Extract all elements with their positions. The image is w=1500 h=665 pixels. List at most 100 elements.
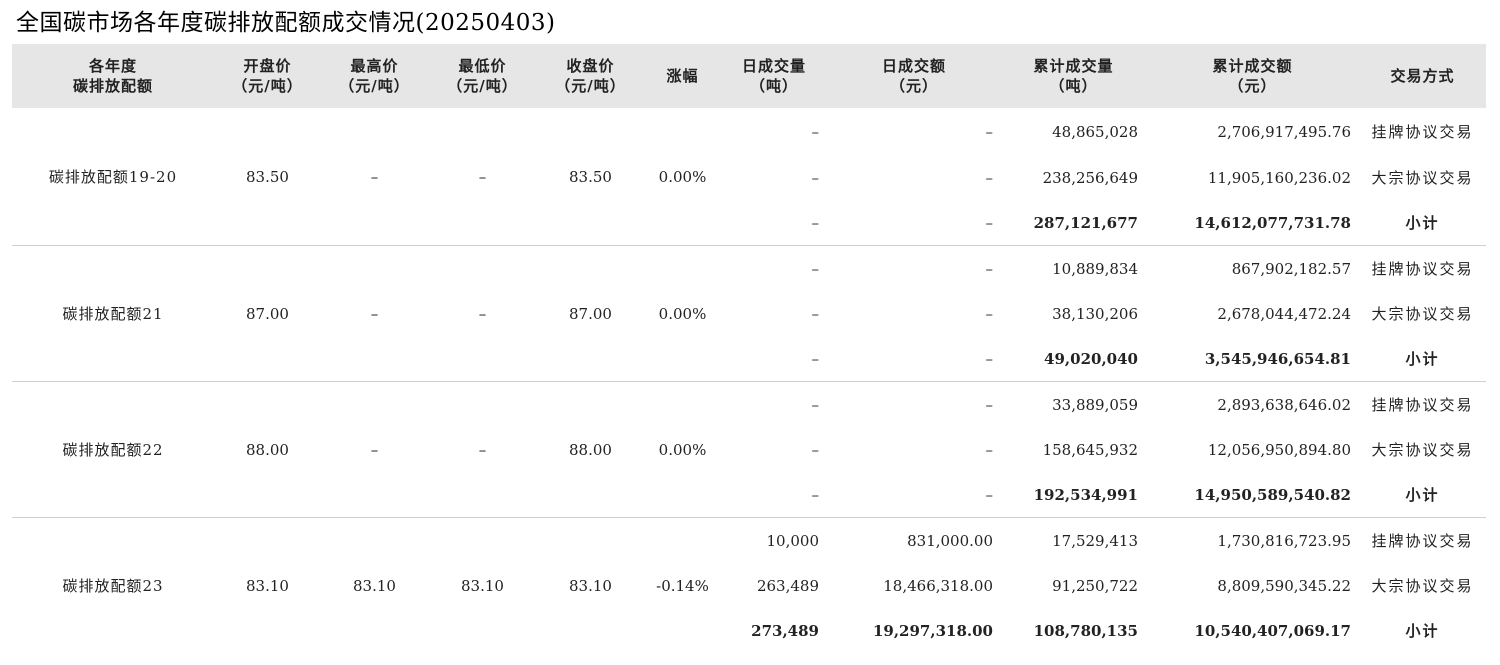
- trade-method: 小计: [1405, 350, 1440, 368]
- daily-amount: 831,000.00: [827, 517, 1001, 563]
- cumulative-volume: 91,250,722: [1052, 576, 1138, 595]
- cumulative-amount: 2,678,044,472.24: [1217, 304, 1351, 323]
- trade-method: 大宗协议交易: [1371, 305, 1474, 323]
- header-daily-volume: 日成交量 （吨）: [721, 44, 827, 108]
- cumulative-amount: 867,902,182.57: [1146, 245, 1359, 291]
- cumulative-volume: 108,780,135: [1033, 621, 1138, 640]
- cumulative-amount: 10,540,407,069.17: [1194, 621, 1351, 640]
- close-price: 83.10: [537, 517, 644, 653]
- trade-method: 小计: [1405, 622, 1440, 640]
- cumulative-volume: 49,020,040: [1044, 349, 1138, 368]
- header-change: 涨幅: [644, 44, 721, 108]
- price-change: 0.00%: [644, 381, 721, 518]
- header-cumulative-volume: 累计成交量 （吨）: [1001, 44, 1146, 108]
- table-row: 碳排放配额22 88.00– –88.00 0.00% – –33,889,059 2,89…: [12, 381, 1486, 518]
- cumulative-amount: 2,706,917,495.76: [1217, 122, 1351, 141]
- high-price: –: [321, 381, 428, 518]
- daily-amount: 19,297,318.00: [872, 621, 993, 640]
- daily-amount: –: [985, 304, 994, 323]
- trade-method: 挂牌协议交易: [1359, 517, 1486, 563]
- open-price: 83.50: [246, 167, 289, 186]
- daily-volume: –: [811, 485, 820, 504]
- daily-amount: –: [827, 245, 1001, 291]
- header-close-price: 收盘价 （元/吨）: [537, 44, 644, 108]
- high-price: 83.10: [321, 517, 428, 653]
- daily-amount: 18,466,318.00: [883, 576, 993, 595]
- cumulative-volume: 33,889,059: [1001, 381, 1146, 427]
- cumulative-volume: 48,865,028: [1052, 122, 1138, 141]
- trade-method: 大宗协议交易: [1371, 441, 1474, 459]
- carbon-quota-table: 各年度 碳排放配额 开盘价 （元/吨） 最高价 （元/吨） 最低价 （元/吨） 收盘价（…: [12, 44, 1486, 653]
- allowance-name: 碳排放配额21: [12, 245, 214, 382]
- daily-volume: –: [811, 349, 820, 368]
- daily-volume: 10,000: [721, 517, 827, 563]
- daily-volume: –: [721, 381, 827, 427]
- page-title: 全国碳市场各年度碳排放配额成交情况(20250403): [16, 10, 556, 36]
- cumulative-amount: 2,893,638,646.02: [1146, 381, 1359, 427]
- allowance-name: 碳排放配额23: [12, 517, 214, 653]
- close-price: 83.50: [569, 167, 612, 186]
- daily-volume: –: [811, 440, 820, 459]
- cumulative-volume: 158,645,932: [1042, 440, 1138, 459]
- price-change: -0.14%: [644, 517, 721, 653]
- daily-volume: –: [811, 168, 820, 187]
- table-body: 碳排放配额19-20 83.50– –83.50 0.00% – –48,865,028 2…: [12, 108, 1486, 653]
- price-change: 0.00%: [658, 167, 707, 186]
- daily-amount: –: [827, 381, 1001, 427]
- close-price: 88.00: [537, 381, 644, 518]
- trade-method: 挂牌协议交易: [1359, 245, 1486, 291]
- low-price: 83.10: [428, 517, 537, 653]
- low-price: –: [478, 167, 487, 186]
- trade-method: 大宗协议交易: [1371, 169, 1474, 187]
- open-price: 83.10: [214, 517, 321, 653]
- daily-volume: –: [811, 213, 820, 232]
- daily-volume: –: [811, 122, 820, 141]
- daily-volume: 273,489: [751, 621, 819, 640]
- cumulative-amount: 12,056,950,894.80: [1207, 440, 1351, 459]
- table-row: 碳排放配额21 87.00– –87.00 0.00% – –10,889,834 867,…: [12, 245, 1486, 382]
- trade-method: 大宗协议交易: [1371, 577, 1474, 595]
- daily-amount: –: [985, 122, 994, 141]
- cumulative-amount: 11,905,160,236.02: [1207, 168, 1351, 187]
- cumulative-volume: 38,130,206: [1052, 304, 1138, 323]
- cumulative-volume: 17,529,413: [1001, 517, 1146, 563]
- low-price: –: [428, 381, 537, 518]
- table-row: 碳排放配额19-20 83.50 – – 83.50 0.00% – – 48,865,028 2…: [12, 108, 1486, 187]
- allowance-name: 碳排放配额22: [12, 381, 214, 518]
- trade-method: 小计: [1405, 214, 1440, 232]
- cumulative-amount: 3,545,946,654.81: [1204, 349, 1351, 368]
- daily-amount: –: [985, 440, 994, 459]
- header-row: 各年度 碳排放配额 开盘价 （元/吨） 最高价 （元/吨） 最低价 （元/吨） 收盘价（…: [12, 44, 1486, 108]
- cumulative-volume: 10,889,834: [1001, 245, 1146, 291]
- daily-amount: –: [985, 168, 994, 187]
- daily-volume: 263,489: [756, 576, 819, 595]
- cumulative-amount: 14,950,589,540.82: [1194, 485, 1351, 504]
- open-price: 88.00: [214, 381, 321, 518]
- low-price: –: [428, 245, 537, 382]
- price-change: 0.00%: [644, 245, 721, 382]
- daily-volume: –: [811, 304, 820, 323]
- trade-method: 小计: [1405, 486, 1440, 504]
- trade-method: 挂牌协议交易: [1359, 381, 1486, 427]
- cumulative-amount: 14,612,077,731.78: [1194, 213, 1351, 232]
- header-allowance: 各年度 碳排放配额: [12, 44, 214, 108]
- daily-amount: –: [985, 349, 994, 368]
- header-open-price: 开盘价 （元/吨）: [214, 44, 321, 108]
- close-price: 87.00: [537, 245, 644, 382]
- daily-amount: –: [985, 485, 994, 504]
- cumulative-volume: 238,256,649: [1042, 168, 1138, 187]
- cumulative-volume: 287,121,677: [1033, 213, 1138, 232]
- high-price: –: [370, 167, 379, 186]
- trade-method: 挂牌协议交易: [1371, 123, 1474, 141]
- daily-amount: –: [985, 213, 994, 232]
- header-high-price: 最高价 （元/吨）: [321, 44, 428, 108]
- daily-volume: –: [721, 245, 827, 291]
- table-row: 碳排放配额23 83.10 83.10 83.10 83.10 -0.14% 10,000 8…: [12, 517, 1486, 653]
- allowance-name: 碳排放配额19-20: [48, 168, 178, 186]
- header-daily-amount: 日成交额 （元）: [827, 44, 1001, 108]
- header-trade-method: 交易方式: [1359, 44, 1486, 108]
- header-low-price: 最低价 （元/吨）: [428, 44, 537, 108]
- cumulative-amount: 1,730,816,723.95: [1146, 517, 1359, 563]
- high-price: –: [321, 245, 428, 382]
- open-price: 87.00: [214, 245, 321, 382]
